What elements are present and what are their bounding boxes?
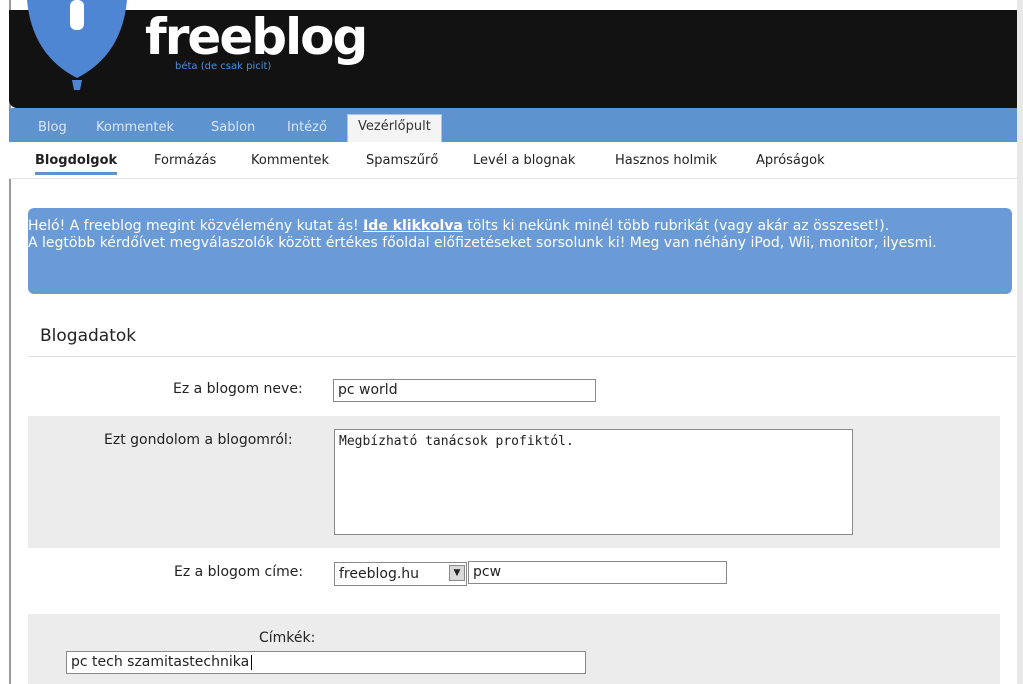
section-divider	[28, 356, 1016, 357]
tags-input[interactable]: pc tech szamitastechnika	[66, 651, 586, 674]
form-row-about: Ezt gondolom a blogomról: Megbízható tan…	[28, 416, 1000, 548]
subdomain-input[interactable]: pcw	[468, 561, 727, 584]
notice-text-before: Heló! A freeblog megint közvélemény kuta…	[28, 218, 364, 234]
main-nav-intezo[interactable]: Intéző	[287, 120, 327, 135]
sub-nav: Blogdolgok Formázás Kommentek Spamszűrő …	[9, 142, 1017, 179]
notice-line-2: A legtöbb kérdőívet megválaszolók között…	[28, 235, 937, 251]
logo[interactable]: freeblog	[145, 12, 368, 62]
section-title: Blogadatok	[40, 326, 137, 346]
text-cursor	[251, 654, 253, 670]
main-nav: Blog Kommentek Sablon Intéző Vezérlőpult	[9, 108, 1017, 143]
window-right-edge	[1017, 0, 1023, 684]
form-row-name: Ez a blogom neve: pc world	[28, 366, 1000, 414]
form-row-address: Ez a blogom címe: freeblog.hu ▼ pcw	[28, 550, 1000, 612]
domain-select-value: freeblog.hu	[339, 566, 420, 582]
blog-address-label: Ez a blogom címe:	[174, 564, 304, 580]
main-nav-vezerlopult[interactable]: Vezérlőpult	[347, 114, 442, 143]
notice-link[interactable]: Ide klikkolva	[363, 218, 463, 234]
notice-text-after: tölts ki nekünk minél több rubrikát (vag…	[462, 218, 890, 234]
sub-nav-kommentek[interactable]: Kommentek	[251, 153, 329, 168]
chevron-down-icon[interactable]: ▼	[449, 565, 465, 581]
logo-subtitle: béta (de csak picit)	[175, 61, 272, 72]
tags-input-value: pc tech szamitastechnika	[71, 654, 250, 670]
sub-nav-formazas[interactable]: Formázás	[154, 153, 216, 168]
sub-nav-spamszuro[interactable]: Spamszűrő	[366, 153, 438, 168]
tags-label: Címkék:	[259, 630, 316, 646]
balloon-logo-icon	[27, 0, 127, 90]
survey-notice: Heló! A freeblog megint közvélemény kuta…	[28, 208, 1012, 294]
blog-about-label: Ezt gondolom a blogomról:	[104, 432, 293, 448]
blog-name-label: Ez a blogom neve:	[173, 381, 303, 397]
blog-about-textarea[interactable]: Megbízható tanácsok profiktól.	[334, 429, 853, 535]
sub-nav-hasznos-holmik[interactable]: Hasznos holmik	[615, 153, 717, 168]
blog-name-input[interactable]: pc world	[333, 379, 596, 402]
main-nav-sablon[interactable]: Sablon	[211, 120, 255, 135]
domain-select[interactable]: freeblog.hu ▼	[334, 562, 467, 586]
main-nav-kommentek[interactable]: Kommentek	[96, 120, 174, 135]
sub-nav-aprosagok[interactable]: Apróságok	[756, 153, 825, 168]
sub-nav-level-a-blognak[interactable]: Levél a blognak	[473, 153, 575, 168]
sub-nav-blogdolgok[interactable]: Blogdolgok	[35, 153, 118, 175]
main-nav-blog[interactable]: Blog	[38, 120, 67, 135]
form-row-tags: Címkék: pc tech szamitastechnika	[28, 614, 1000, 684]
